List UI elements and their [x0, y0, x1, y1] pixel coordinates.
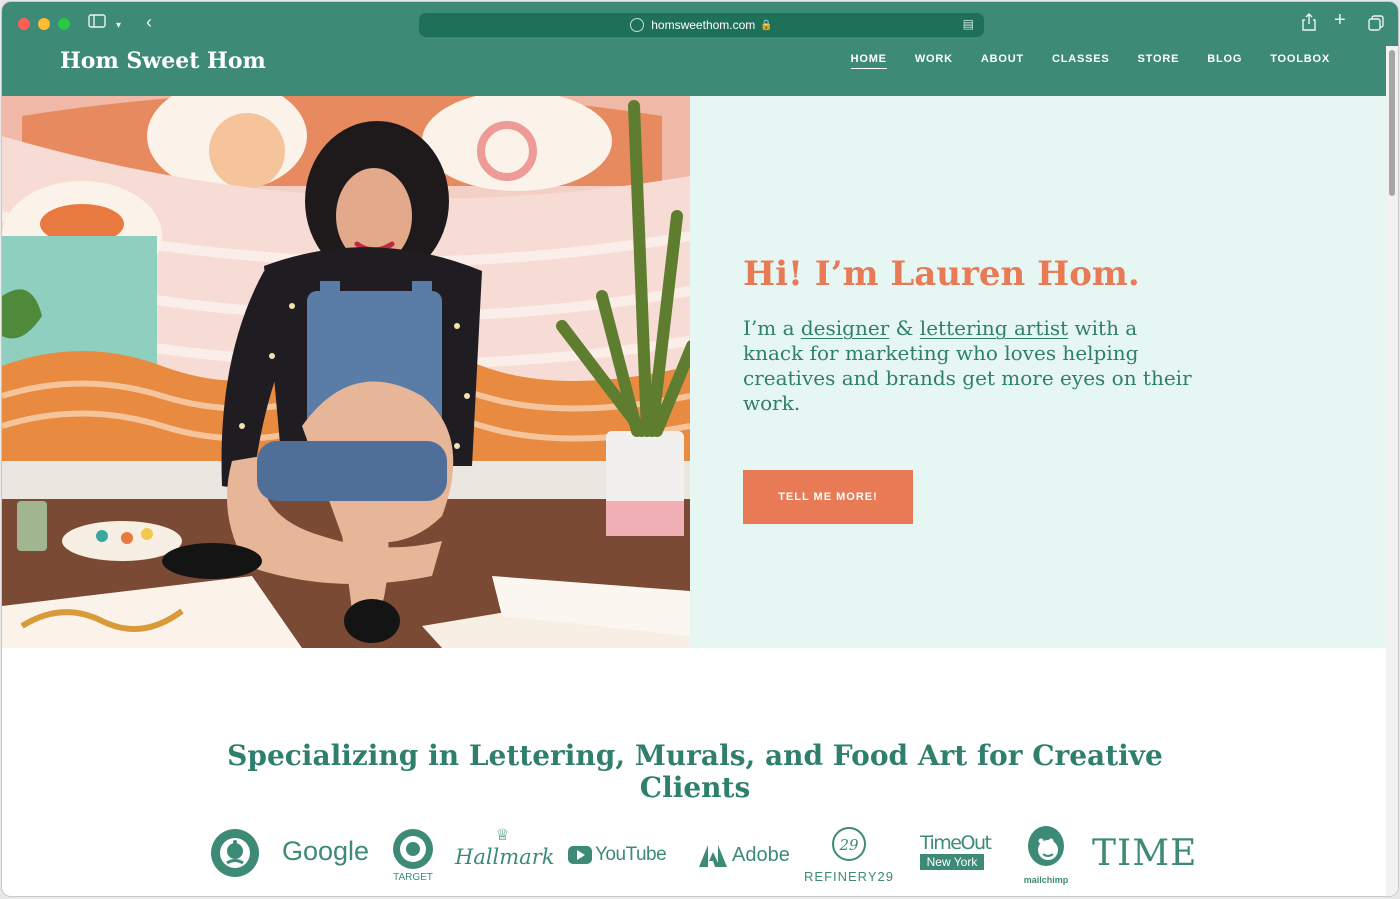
target-bullseye-icon: [393, 829, 433, 869]
site-header: Hom Sweet Hom HOME WORK ABOUT CLASSES ST…: [2, 46, 1398, 96]
tell-me-more-button[interactable]: TELL ME MORE!: [743, 470, 913, 524]
nav-store[interactable]: STORE: [1138, 53, 1180, 69]
hero-photo: [2, 96, 690, 648]
target-wordmark: TARGET: [393, 872, 433, 883]
youtube-wordmark: YouTube: [595, 844, 667, 865]
refinery29-logo: 29 REFINERY29: [804, 826, 894, 884]
sidebar-toggle-icon[interactable]: [88, 14, 106, 34]
main-nav: HOME WORK ABOUT CLASSES STORE BLOG TOOLB…: [850, 53, 1330, 69]
chevron-down-icon[interactable]: ▾: [116, 16, 121, 36]
adobe-a-icon: [699, 844, 727, 867]
site-globe-icon: [630, 18, 645, 32]
desc-text: &: [889, 316, 920, 340]
address-bar[interactable]: homsweethom.com 🔒 ▤: [419, 13, 984, 37]
minimize-window-button[interactable]: [38, 18, 50, 30]
time-logo: TIME: [1092, 833, 1198, 874]
refinery29-badge-icon: 29: [832, 827, 866, 861]
hero-intro-panel: Hi! I’m Lauren Hom. I’m a designer & let…: [690, 96, 1388, 648]
reader-mode-icon[interactable]: ▤: [963, 17, 974, 31]
lettering-artist-link[interactable]: lettering artist: [920, 316, 1068, 340]
window-controls: [18, 18, 70, 30]
youtube-play-icon: [568, 846, 592, 864]
url-text: homsweethom.com: [651, 18, 756, 32]
new-tab-icon[interactable]: +: [1334, 10, 1346, 30]
lock-icon: 🔒: [760, 19, 773, 31]
artist-portrait-illustration: [2, 96, 690, 648]
nav-home[interactable]: HOME: [850, 53, 887, 69]
nav-blog[interactable]: BLOG: [1207, 53, 1242, 69]
mailchimp-wordmark: mailchimp: [1023, 875, 1069, 885]
back-arrow-icon[interactable]: ‹: [146, 12, 152, 32]
hero-description: I’m a designer & lettering artist with a…: [743, 316, 1193, 416]
nav-about[interactable]: ABOUT: [981, 53, 1024, 69]
hallmark-logo: ♕ Hallmark: [455, 827, 555, 870]
adobe-logo: Adobe: [699, 844, 790, 867]
timeout-logo: TimeOut New York: [920, 832, 992, 870]
hallmark-wordmark: Hallmark: [455, 845, 555, 869]
youtube-logo: YouTube: [568, 844, 667, 866]
scrollbar-thumb[interactable]: [1389, 50, 1395, 196]
site-logo[interactable]: Hom Sweet Hom: [60, 46, 266, 76]
client-logos-row: Google TARGET ♕ Hallmark YouTube Adobe 2…: [2, 822, 1388, 892]
adobe-wordmark: Adobe: [732, 844, 790, 866]
refinery29-wordmark: REFINERY29: [804, 869, 894, 884]
mailchimp-logo: mailchimp: [1020, 824, 1072, 885]
zoom-window-button[interactable]: [58, 18, 70, 30]
close-window-button[interactable]: [18, 18, 30, 30]
browser-toolbar: ▾ ‹ homsweethom.com 🔒 ▤ +: [2, 2, 1398, 46]
crown-icon: ♕: [495, 827, 510, 844]
nav-toolbox[interactable]: TOOLBOX: [1270, 53, 1330, 69]
share-icon[interactable]: [1302, 13, 1316, 37]
tab-overview-icon[interactable]: [1368, 15, 1384, 37]
hero-section: Hi! I’m Lauren Hom. I’m a designer & let…: [2, 96, 1388, 648]
mailchimp-freddie-icon: [1028, 826, 1064, 866]
desc-text: I’m a: [743, 316, 801, 340]
nav-classes[interactable]: CLASSES: [1052, 53, 1110, 69]
svg-text:29: 29: [838, 836, 859, 854]
hero-title: Hi! I’m Lauren Hom.: [743, 254, 1140, 294]
page-scrollbar[interactable]: [1386, 46, 1398, 896]
target-logo: TARGET: [390, 827, 436, 883]
timeout-newyork-label: New York: [920, 854, 984, 870]
timeout-wordmark: TimeOut: [920, 832, 992, 854]
browser-window: ▾ ‹ homsweethom.com 🔒 ▤ + Hom Sweet Hom …: [1, 1, 1399, 897]
nav-work[interactable]: WORK: [915, 53, 953, 69]
designer-link[interactable]: designer: [801, 316, 889, 340]
google-logo: Google: [282, 836, 370, 866]
starbucks-logo: [210, 828, 260, 883]
clients-heading: Specializing in Lettering, Murals, and F…: [227, 739, 1163, 804]
